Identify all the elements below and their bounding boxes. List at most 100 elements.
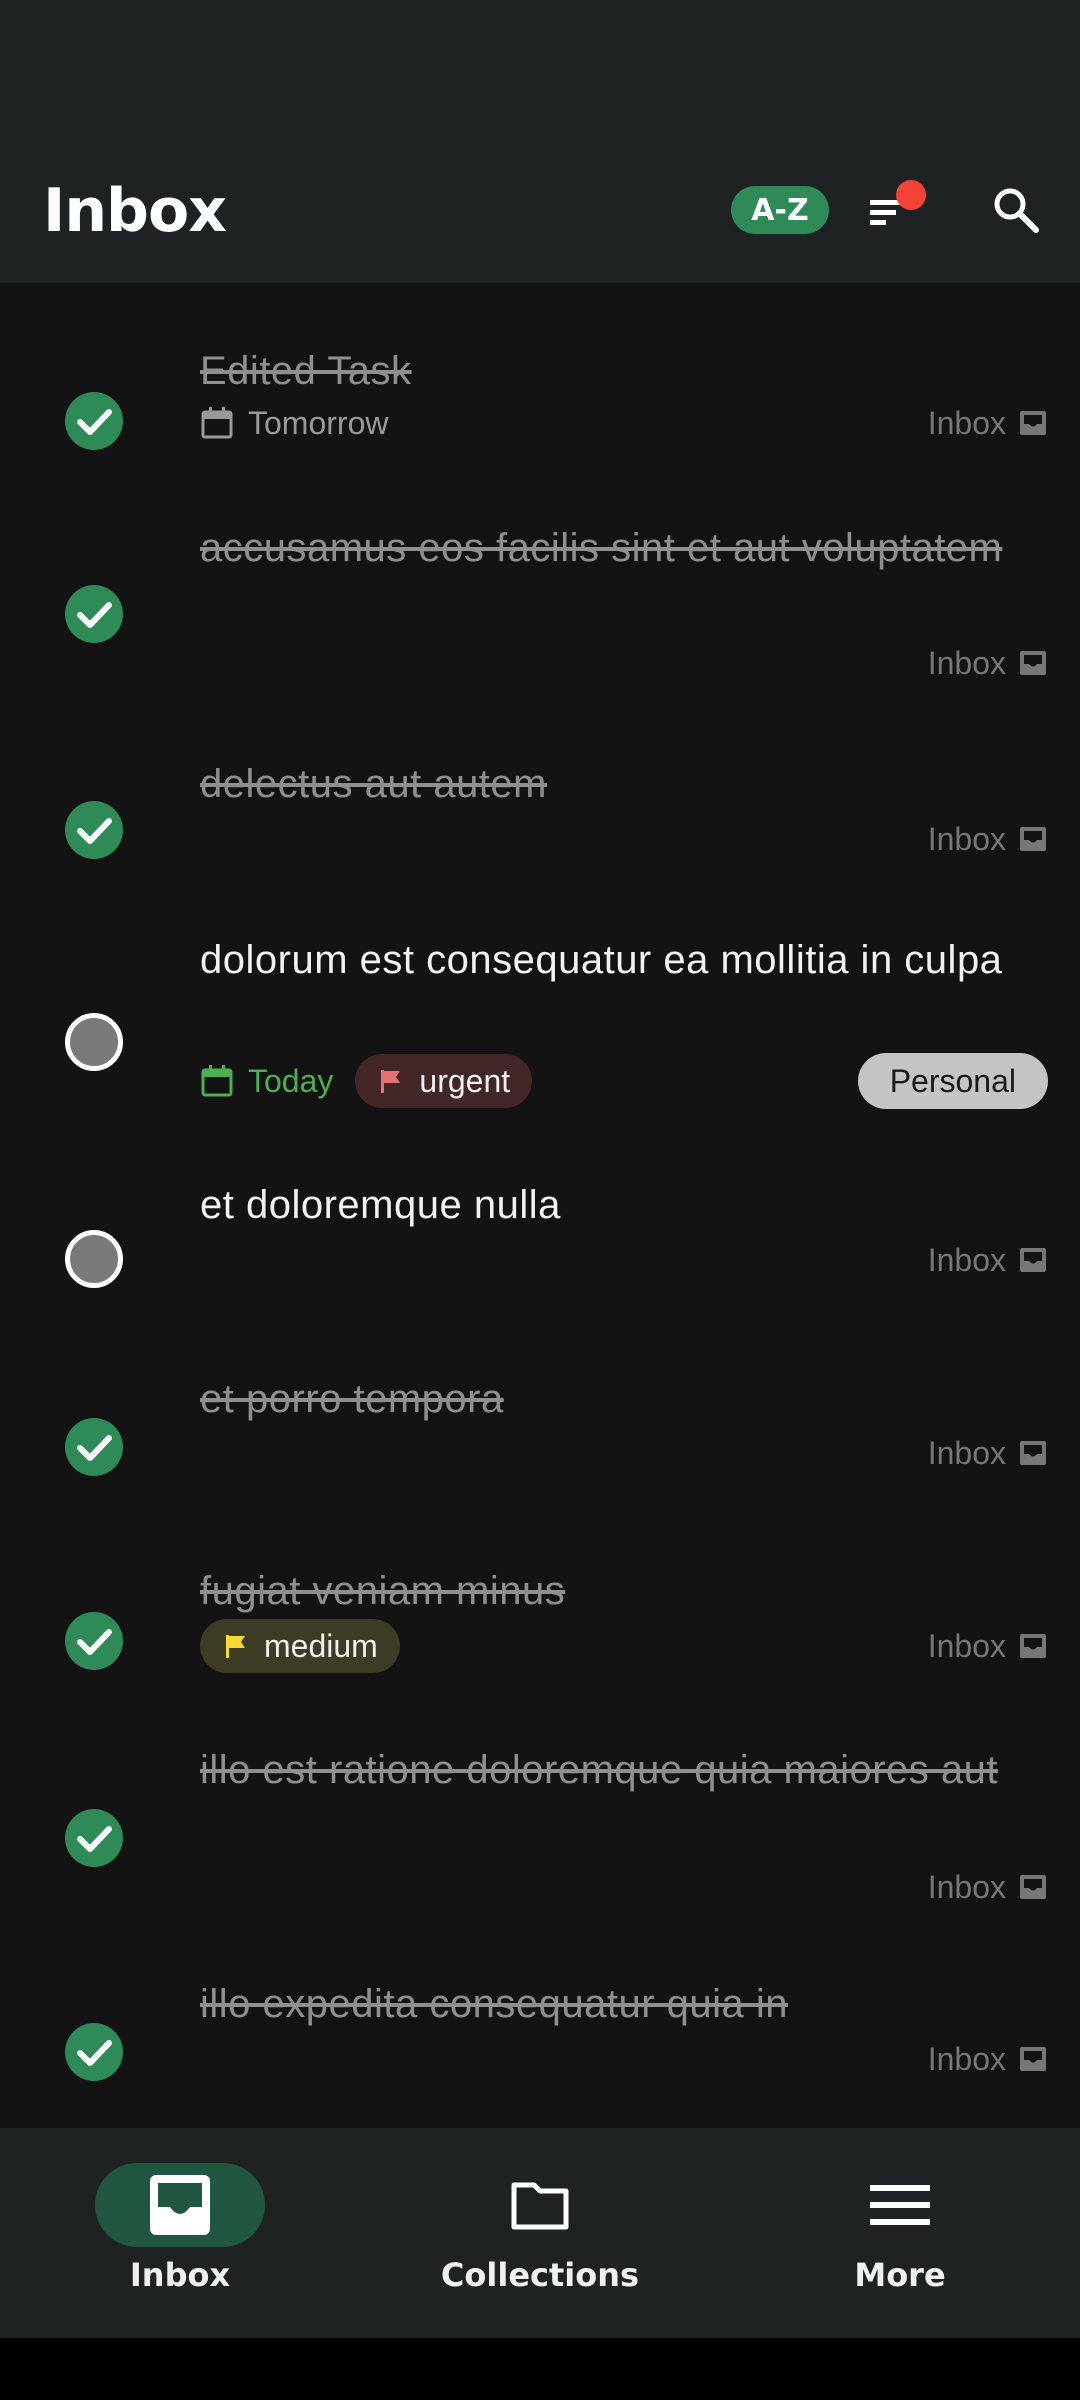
task-title: delectus aut autem <box>200 762 547 806</box>
filter-active-dot <box>896 180 926 210</box>
task-title: et doloremque nulla <box>200 1183 561 1227</box>
task-item[interactable]: illo expedita consequatur quia in Inbox <box>0 1973 1080 2113</box>
collection-label: Inbox <box>927 404 1006 441</box>
collection-label: Inbox <box>927 1627 1006 1664</box>
check-icon <box>77 602 112 628</box>
collection-tag: Inbox <box>928 1435 1048 1472</box>
task-title: dolorum est consequatur ea mollitia in c… <box>200 938 1003 982</box>
task-title: accusamus eos facilis sint et aut volupt… <box>200 526 1003 570</box>
nav-label: Collections <box>440 2256 640 2294</box>
bottom-navigation: Inbox Collections More <box>0 2128 1080 2338</box>
collection-tag: Inbox <box>928 645 1048 682</box>
task-checkbox-checked[interactable] <box>65 585 123 643</box>
inbox-icon <box>1020 1634 1046 1658</box>
collection-tag: Inbox <box>928 1628 1048 1665</box>
status-bar <box>0 0 1080 150</box>
task-item[interactable]: accusamus eos facilis sint et aut volupt… <box>0 517 1080 707</box>
search-icon <box>994 188 1039 233</box>
nav-label: Inbox <box>129 2256 231 2294</box>
task-checkbox-checked[interactable] <box>65 1418 123 1476</box>
nav-item-more[interactable]: More <box>720 2128 1080 2338</box>
task-meta: Inbox <box>200 2031 1048 2087</box>
check-icon <box>77 1629 112 1655</box>
task-meta: Today urgent Personal <box>200 1053 1048 1109</box>
check-icon <box>77 2040 112 2066</box>
collection-label: Inbox <box>927 2040 1006 2077</box>
task-checkbox-checked[interactable] <box>65 392 123 450</box>
task-title: illo est ratione doloremque quia maiores… <box>200 1748 998 1792</box>
task-item[interactable]: illo est ratione doloremque quia maiores… <box>0 1739 1080 1929</box>
inbox-icon <box>1020 411 1046 435</box>
task-title: Edited Task <box>200 349 412 393</box>
task-checkbox-unchecked[interactable] <box>65 1230 123 1288</box>
task-checkbox-unchecked[interactable] <box>65 1013 123 1071</box>
task-meta: Inbox <box>200 1232 1048 1288</box>
due-date-label: Today <box>248 1062 334 1099</box>
inbox-icon <box>1020 827 1046 851</box>
task-item[interactable]: Edited Task Tomorrow Inbox <box>0 340 1080 495</box>
menu-icon <box>870 2185 930 2225</box>
collection-label: Inbox <box>927 644 1006 681</box>
task-meta: Tomorrow Inbox <box>200 395 1048 451</box>
calendar-icon <box>201 1065 233 1097</box>
inbox-icon <box>1020 2047 1046 2071</box>
inbox-icon <box>1020 1248 1046 1272</box>
inbox-icon <box>150 2175 210 2235</box>
due-date-label: Tomorrow <box>248 404 389 441</box>
task-meta: Inbox <box>200 635 1048 691</box>
app-bar: Inbox A-Z <box>0 150 1080 283</box>
collection-tag: Inbox <box>928 821 1048 858</box>
task-meta: Inbox <box>200 811 1048 867</box>
nav-label: More <box>854 2256 946 2294</box>
nav-item-collections[interactable]: Collections <box>360 2128 720 2338</box>
check-icon <box>77 1826 112 1852</box>
task-item[interactable]: delectus aut autem Inbox <box>0 753 1080 893</box>
flag-icon <box>226 1635 245 1658</box>
task-meta: medium Inbox <box>200 1618 1048 1674</box>
inbox-icon <box>1020 651 1046 675</box>
task-item[interactable]: et porro tempora Inbox <box>0 1368 1080 1508</box>
check-icon <box>77 1435 112 1461</box>
due-date: Today <box>200 1063 333 1100</box>
task-list: Edited Task Tomorrow Inbox accusamus eos… <box>0 283 1080 2128</box>
collection-tag: Inbox <box>928 1869 1048 1906</box>
collection-label: Inbox <box>927 1241 1006 1278</box>
priority-chip-medium: medium <box>200 1619 400 1673</box>
collection-chip[interactable]: Personal <box>857 1053 1048 1109</box>
collection-label: Inbox <box>927 820 1006 857</box>
task-checkbox-checked[interactable] <box>65 1612 123 1670</box>
folder-icon <box>511 2182 569 2230</box>
task-meta: Inbox <box>200 1859 1048 1915</box>
inbox-icon <box>1020 1441 1046 1465</box>
calendar-icon <box>201 407 233 439</box>
task-checkbox-checked[interactable] <box>65 1809 123 1867</box>
priority-chip-urgent: urgent <box>355 1054 533 1108</box>
task-checkbox-checked[interactable] <box>65 2023 123 2081</box>
collection-label: Inbox <box>927 1434 1006 1471</box>
collection-tag: Inbox <box>928 405 1048 442</box>
collection-tag: Inbox <box>928 1242 1048 1279</box>
task-checkbox-checked[interactable] <box>65 801 123 859</box>
priority-label: medium <box>264 1627 378 1664</box>
inbox-icon <box>1020 1875 1046 1899</box>
task-item[interactable]: dolorum est consequatur ea mollitia in c… <box>0 929 1080 1129</box>
system-navigation-bar <box>0 2338 1080 2400</box>
priority-label: urgent <box>419 1062 511 1099</box>
page-title: Inbox <box>43 176 227 246</box>
sort-az-button[interactable]: A-Z <box>731 186 829 234</box>
check-icon <box>77 818 112 844</box>
collection-label: Inbox <box>927 1868 1006 1905</box>
task-title: fugiat veniam minus <box>200 1569 566 1613</box>
filter-button[interactable] <box>860 180 926 240</box>
task-meta: Inbox <box>200 1425 1048 1481</box>
task-title: illo expedita consequatur quia in <box>200 1982 789 2026</box>
task-title: et porro tempora <box>200 1377 504 1421</box>
flag-icon <box>381 1070 401 1093</box>
task-item[interactable]: et doloremque nulla Inbox <box>0 1174 1080 1324</box>
search-button[interactable] <box>986 180 1046 240</box>
collection-tag: Inbox <box>928 2041 1048 2078</box>
due-date: Tomorrow <box>200 405 388 442</box>
check-icon <box>77 409 112 435</box>
task-item[interactable]: fugiat veniam minus medium Inbox <box>0 1560 1080 1705</box>
nav-item-inbox[interactable]: Inbox <box>0 2128 360 2338</box>
